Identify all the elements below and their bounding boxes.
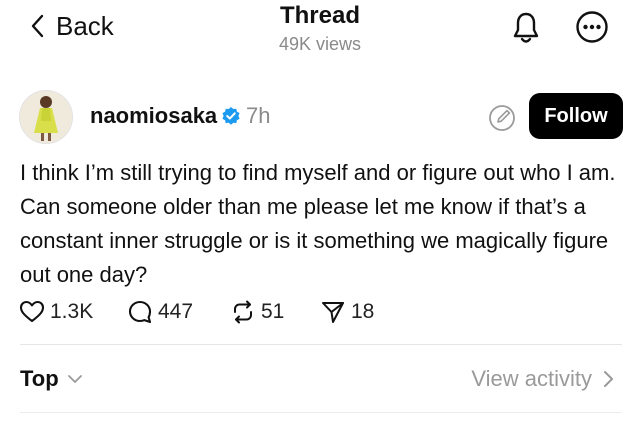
post-text: I think I’m still trying to find myself …: [20, 160, 616, 287]
repost-icon: [234, 300, 252, 324]
chevron-right-icon: [604, 371, 613, 387]
heart-icon: [19, 300, 45, 323]
more-icon[interactable]: [575, 10, 609, 44]
share-button[interactable]: 18: [320, 298, 374, 326]
sort-label: Top: [20, 366, 59, 391]
avatar[interactable]: [19, 90, 73, 144]
header-title-group: Thread 49K views: [220, 2, 420, 55]
back-label: Back: [56, 10, 114, 41]
bell-icon[interactable]: [511, 10, 541, 46]
repost-button[interactable]: 51: [230, 298, 284, 326]
post-time: 7h: [246, 103, 271, 128]
follow-button[interactable]: Follow: [529, 93, 623, 139]
chevron-down-icon: [67, 375, 82, 383]
avatar-image: [20, 91, 72, 143]
reply-button[interactable]: 447: [127, 298, 193, 326]
back-button[interactable]: Back: [28, 8, 114, 44]
like-button[interactable]: 1.3K: [19, 298, 93, 326]
divider: [20, 344, 622, 345]
username[interactable]: naomiosaka: [90, 103, 217, 129]
view-activity-link[interactable]: View activity: [471, 366, 614, 392]
views-count: 49K views: [278, 34, 362, 54]
chevron-left-icon: [31, 14, 44, 38]
bottom-divider: [20, 412, 622, 413]
comment-icon: [128, 300, 152, 324]
like-count: 1.3K: [50, 300, 94, 323]
edit-icon[interactable]: [487, 103, 517, 133]
send-icon: [322, 302, 344, 323]
view-activity-label: View activity: [471, 366, 592, 391]
sort-dropdown[interactable]: Top: [20, 366, 83, 392]
reply-count: 447: [158, 300, 194, 323]
verified-badge-icon: [222, 107, 240, 125]
share-count: 18: [351, 300, 375, 323]
page-title: Thread: [279, 2, 360, 29]
repost-count: 51: [261, 300, 285, 323]
